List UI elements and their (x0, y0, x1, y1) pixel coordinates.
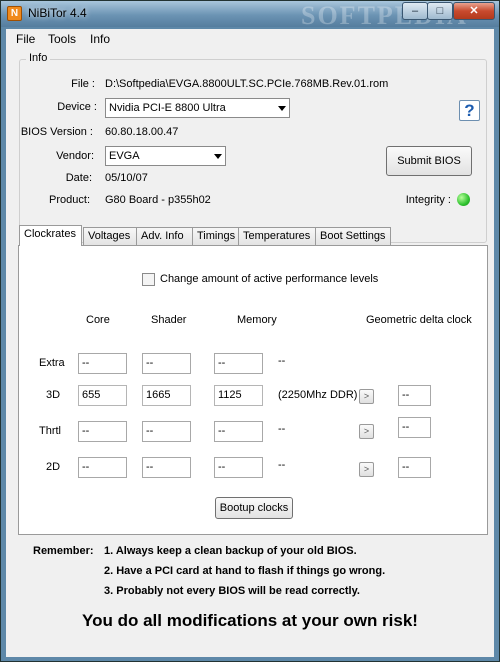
chevron-down-icon (214, 154, 222, 159)
product-label: Product: (49, 194, 90, 206)
file-value: D:\Softpedia\EVGA.8800ULT.SC.PCIe.768MB.… (105, 78, 389, 90)
thrtl-core-input[interactable]: -- (78, 421, 127, 442)
menu-info[interactable]: Info (90, 32, 110, 46)
3d-geometric-arrow-button[interactable]: > (359, 389, 374, 404)
3d-shader-input[interactable]: 1665 (142, 385, 191, 406)
thrtl-ddr-value: -- (278, 423, 286, 435)
remember-item-3: 3. Probably not every BIOS will be read … (104, 585, 360, 597)
memory-header: Memory (237, 314, 277, 326)
performance-levels-label: Change amount of active performance leve… (160, 273, 379, 285)
clockrates-panel: Change amount of active performance leve… (18, 245, 488, 535)
submit-bios-button[interactable]: Submit BIOS (386, 146, 472, 176)
tab-timings[interactable]: Timings (192, 227, 239, 245)
client-area: File Tools Info Info File : D:\Softpedia… (6, 29, 494, 657)
tab-clockrates[interactable]: Clockrates (19, 225, 82, 246)
2d-geometric-input[interactable]: -- (398, 457, 431, 478)
thrtl-geometric-input[interactable]: -- (398, 417, 431, 438)
help-button[interactable]: ? (459, 100, 480, 121)
menu-tools[interactable]: Tools (48, 32, 76, 46)
shader-header: Shader (151, 314, 187, 326)
device-label: Device : (57, 101, 97, 113)
thrtl-memory-input[interactable]: -- (214, 421, 263, 442)
close-button[interactable]: ✕ (453, 2, 495, 20)
window-title: NiBiTor 4.4 (28, 6, 87, 20)
thrtl-geometric-arrow-button[interactable]: > (359, 424, 374, 439)
title-bar[interactable]: N NiBiTor 4.4 SOFTPEDIA – □ ✕ (1, 1, 499, 30)
bios-version-value: 60.80.18.00.47 (105, 126, 179, 138)
row-label-3d: 3D (46, 389, 61, 401)
minimize-button[interactable]: – (402, 2, 428, 20)
performance-levels-checkbox[interactable] (142, 273, 155, 286)
row-label-thrtl: Thrtl (39, 425, 61, 437)
3d-core-input[interactable]: 655 (78, 385, 127, 406)
2d-shader-input[interactable]: -- (142, 457, 191, 478)
geometric-header: Geometric delta clock (366, 314, 472, 326)
3d-ddr-value: (2250Mhz DDR) (278, 389, 358, 401)
device-select[interactable]: Nvidia PCI-E 8800 Ultra (105, 98, 290, 118)
row-label-extra: Extra (39, 357, 65, 369)
thrtl-shader-input[interactable]: -- (142, 421, 191, 442)
vendor-label: Vendor: (56, 150, 94, 162)
tab-voltages[interactable]: Voltages (83, 227, 137, 245)
file-label: File : (71, 78, 95, 90)
vendor-select-value: EVGA (109, 150, 140, 162)
maximize-button[interactable]: □ (427, 2, 453, 20)
tab-strip: Clockrates Voltages Adv. Info Timings Te… (19, 225, 489, 246)
menu-file[interactable]: File (16, 32, 35, 46)
integrity-label: Integrity : (405, 194, 451, 206)
3d-geometric-input[interactable]: -- (398, 385, 431, 406)
3d-memory-input[interactable]: 1125 (214, 385, 263, 406)
bootup-clocks-button[interactable]: Bootup clocks (215, 497, 293, 519)
remember-item-1: 1. Always keep a clean backup of your ol… (104, 545, 357, 557)
tab-boot-settings[interactable]: Boot Settings (315, 227, 391, 245)
info-group-label: Info (26, 52, 51, 64)
menu-bar: File Tools Info (6, 29, 494, 49)
chevron-down-icon (278, 106, 286, 111)
question-icon: ? (464, 101, 475, 120)
tab-adv-info[interactable]: Adv. Info (136, 227, 193, 245)
integrity-status-icon (457, 193, 470, 206)
tab-temperatures[interactable]: Temperatures (238, 227, 316, 245)
date-label: Date: (65, 172, 92, 184)
risk-warning: You do all modifications at your own ris… (82, 611, 418, 630)
2d-geometric-arrow-button[interactable]: > (359, 462, 374, 477)
extra-core-input[interactable]: -- (78, 353, 127, 374)
2d-memory-input[interactable]: -- (214, 457, 263, 478)
2d-ddr-value: -- (278, 459, 286, 471)
extra-shader-input[interactable]: -- (142, 353, 191, 374)
extra-ddr-value: -- (278, 355, 286, 367)
app-icon: N (7, 6, 22, 21)
product-value: G80 Board - p355h02 (105, 194, 211, 206)
device-select-value: Nvidia PCI-E 8800 Ultra (109, 102, 226, 114)
date-value: 05/10/07 (105, 172, 148, 184)
row-label-2d: 2D (46, 461, 61, 473)
2d-core-input[interactable]: -- (78, 457, 127, 478)
bios-version-label: BIOS Version : (20, 126, 93, 138)
remember-item-2: 2. Have a PCI card at hand to flash if t… (104, 565, 386, 577)
extra-memory-input[interactable]: -- (214, 353, 263, 374)
main-window: N NiBiTor 4.4 SOFTPEDIA – □ ✕ File Tools… (0, 0, 500, 662)
vendor-select[interactable]: EVGA (105, 146, 226, 166)
core-header: Core (86, 314, 110, 326)
remember-label: Remember: (33, 545, 94, 557)
